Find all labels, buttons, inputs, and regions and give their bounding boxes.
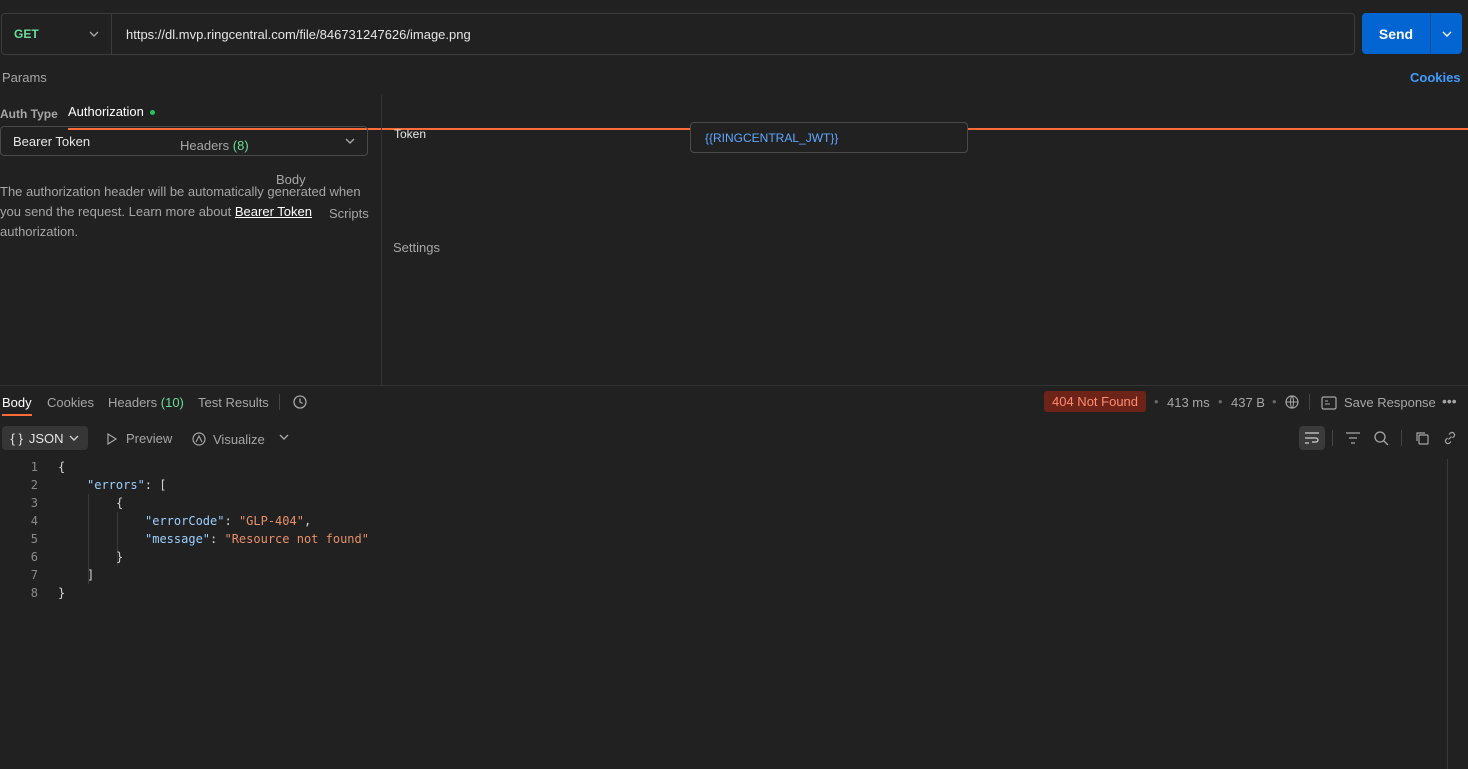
toolbar-divider — [1332, 430, 1333, 446]
active-dot-icon — [149, 110, 155, 116]
method-label: GET — [14, 27, 39, 41]
visualize-button[interactable]: Visualize — [191, 431, 265, 447]
chevron-down-icon — [89, 31, 99, 37]
tab-separator — [279, 394, 280, 410]
tab-scripts[interactable]: Scripts — [329, 198, 1468, 232]
code-line: 1{ — [30, 460, 66, 474]
send-button[interactable]: Send — [1362, 13, 1430, 54]
code-line: 3{ — [30, 496, 124, 510]
auth-description: The authorization header will be automat… — [0, 184, 361, 239]
code-line: 6} — [30, 550, 124, 564]
cookies-link[interactable]: Cookies — [1410, 70, 1461, 85]
visualize-label: Visualize — [213, 431, 265, 447]
network-globe-icon[interactable] — [1284, 394, 1300, 410]
chevron-down-icon — [1442, 31, 1451, 37]
tab-params[interactable]: Params — [2, 62, 1468, 96]
tab-authorization-label: Authorization — [68, 104, 144, 119]
visualize-icon — [192, 432, 206, 446]
search-icon[interactable] — [1373, 430, 1389, 446]
response-time[interactable]: 413 ms — [1167, 395, 1210, 410]
save-icon — [1321, 395, 1337, 410]
url-input[interactable] — [112, 13, 1354, 55]
code-line: 2 "errors": [ — [30, 478, 167, 492]
meta-divider — [1309, 394, 1310, 410]
vertical-scrollbar[interactable] — [1447, 459, 1448, 769]
wrap-lines-icon — [1305, 432, 1319, 444]
toolbar-divider — [1401, 430, 1402, 446]
url-bar: GET — [1, 13, 1355, 55]
chevron-down-icon — [345, 138, 355, 144]
send-options-button[interactable] — [1430, 13, 1462, 54]
tab-body[interactable]: Body — [276, 164, 1468, 198]
copy-icon[interactable] — [1414, 430, 1430, 446]
link-icon[interactable] — [1442, 430, 1458, 446]
method-select[interactable]: GET — [2, 14, 112, 54]
response-body-code[interactable]: 1{ 2 "errors": [ 3{ 4 "errorCode": "GLP-40… — [0, 458, 369, 602]
code-line: 8} — [30, 586, 66, 600]
meta-separator: • — [1154, 394, 1159, 409]
response-tab-cookies[interactable]: Cookies — [47, 395, 94, 410]
token-input[interactable] — [690, 122, 968, 153]
bearer-token-link[interactable]: Bearer Token — [235, 204, 312, 219]
response-tab-body[interactable]: Body — [2, 395, 32, 416]
more-options-icon[interactable]: ••• — [1442, 393, 1457, 409]
auth-type-value: Bearer Token — [13, 133, 91, 149]
save-response-label: Save Response — [1344, 395, 1436, 410]
response-tab-test-results[interactable]: Test Results — [198, 395, 269, 410]
chevron-down-icon[interactable] — [279, 434, 289, 440]
tab-settings[interactable]: Settings — [393, 232, 1468, 266]
response-tab-headers[interactable]: Headers (10) — [108, 395, 184, 410]
code-line: 7] — [30, 568, 95, 582]
history-icon[interactable] — [292, 394, 308, 410]
auth-type-select[interactable]: Bearer Token — [0, 126, 368, 156]
panel-divider — [381, 95, 382, 385]
response-size[interactable]: 437 B — [1231, 395, 1265, 410]
preview-button[interactable]: Preview — [106, 431, 172, 446]
section-divider — [0, 385, 1468, 386]
format-select[interactable]: { } JSON — [2, 426, 88, 450]
filter-icon[interactable] — [1345, 431, 1361, 445]
code-line: 5 "message": "Resource not found" — [30, 532, 369, 546]
braces-icon: { } — [10, 430, 23, 446]
save-response-button[interactable]: Save Response — [1321, 395, 1436, 410]
response-headers-count: (10) — [160, 395, 184, 410]
status-badge[interactable]: 404 Not Found — [1044, 391, 1147, 412]
code-line: 4 "errorCode": "GLP-404", — [30, 514, 312, 528]
token-label: Token — [394, 127, 427, 141]
play-icon — [107, 432, 118, 445]
auth-type-label: Auth Type — [0, 107, 58, 121]
meta-separator: • — [1272, 394, 1277, 409]
preview-label: Preview — [126, 431, 173, 446]
meta-separator: • — [1218, 394, 1223, 409]
chevron-down-icon — [69, 435, 79, 441]
wrap-lines-button[interactable] — [1299, 426, 1325, 450]
send-button-group: Send — [1362, 13, 1462, 54]
format-label: JSON — [28, 430, 64, 446]
